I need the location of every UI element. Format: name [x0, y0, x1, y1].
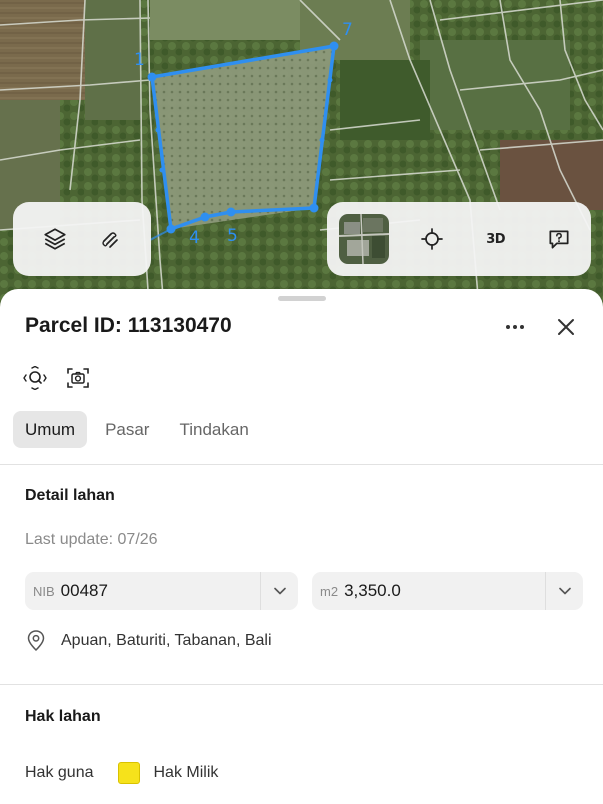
nib-dropdown-button[interactable] [260, 572, 298, 610]
chat-feedback-icon [549, 230, 569, 249]
measure-icon [101, 232, 118, 248]
vertex-label: 4 [189, 228, 200, 248]
nib-prefix: NIB [33, 583, 55, 599]
area-dropdown-button[interactable] [545, 572, 583, 610]
nib-field[interactable]: NIB 00487 [25, 572, 298, 610]
location-row: Apuan, Baturiti, Tabanan, Bali [25, 629, 272, 653]
satellite-map-icon [339, 214, 389, 264]
parcel-detail-sheet: Parcel ID: 113130470 Umum Pasar Tindakan… [0, 289, 603, 804]
vertex-label: 5 [227, 226, 238, 246]
measure-button[interactable] [90, 219, 130, 259]
area-unit-prefix: m2 [320, 583, 339, 599]
satellite-thumbnail[interactable] [339, 214, 389, 264]
rights-label: Hak guna [25, 764, 94, 781]
layers-button[interactable] [35, 219, 75, 259]
locate-button[interactable] [412, 219, 452, 259]
camera-frame-icon [67, 368, 89, 388]
detail-tabs: Umum Pasar Tindakan [13, 411, 261, 448]
last-update-text: Last update: 07/26 [25, 531, 158, 548]
more-icon [506, 325, 524, 329]
area-field[interactable]: m2 3,350.0 [312, 572, 583, 610]
feedback-button[interactable] [539, 219, 579, 259]
map-tools-panel [13, 202, 151, 276]
tabs-divider [0, 464, 603, 465]
chevron-down-icon [558, 587, 571, 595]
3d-label: 3D [486, 231, 506, 247]
3d-toggle-button[interactable]: 3D [476, 219, 516, 259]
vertex-label: 7 [342, 20, 353, 40]
close-icon [558, 319, 574, 335]
rights-value: Hak Milik [153, 764, 219, 781]
nib-value: 00487 [60, 581, 108, 600]
close-button[interactable] [552, 313, 580, 341]
land-rights-row: Hak guna Hak Milik [25, 762, 218, 784]
section-title-rights: Hak lahan [25, 708, 101, 725]
chevron-down-icon [273, 587, 286, 595]
map-view-panel: 3D [327, 202, 591, 276]
sheet-drag-handle[interactable] [278, 296, 326, 301]
rights-color-swatch [117, 762, 140, 784]
address-text: Apuan, Baturiti, Tabanan, Bali [61, 632, 272, 649]
location-pin-icon [27, 630, 45, 652]
more-options-button[interactable] [500, 315, 530, 339]
zoom-to-parcel-icon [23, 366, 47, 390]
vertex-label: 1 [134, 50, 145, 70]
crosshair-icon [421, 228, 444, 250]
section-title-detail: Detail lahan [25, 487, 115, 504]
area-value: 3,350.0 [344, 581, 401, 600]
screenshot-button[interactable] [64, 365, 92, 391]
zoom-to-parcel-button[interactable] [21, 365, 49, 391]
tab-pasar[interactable]: Pasar [93, 411, 161, 448]
tab-tindakan[interactable]: Tindakan [167, 411, 260, 448]
layers-icon [43, 228, 66, 250]
parcel-title: Parcel ID: 113130470 [25, 314, 232, 337]
tab-umum[interactable]: Umum [13, 411, 88, 448]
section-divider [0, 684, 603, 685]
